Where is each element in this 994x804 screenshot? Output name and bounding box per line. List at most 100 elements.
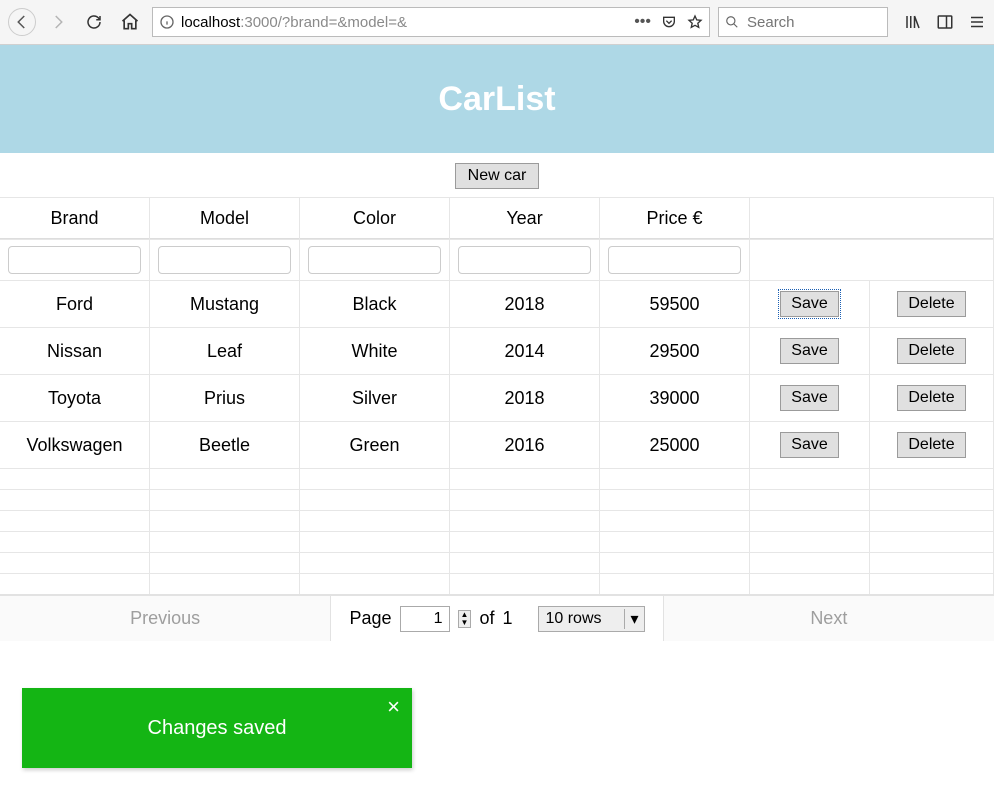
- col-header-1[interactable]: Model: [150, 197, 300, 239]
- home-button[interactable]: [116, 8, 144, 36]
- url-text: localhost:3000/?brand=&model=&: [181, 14, 628, 31]
- empty-cell: [870, 510, 994, 531]
- empty-cell: [750, 510, 870, 531]
- filter-4: [600, 239, 750, 280]
- empty-cell: [150, 531, 300, 552]
- page-title: CarList: [438, 80, 555, 119]
- cell-year: 2018: [450, 374, 600, 421]
- page-input[interactable]: [400, 606, 450, 632]
- cell-color: Black: [300, 280, 450, 327]
- cell-color: Silver: [300, 374, 450, 421]
- save-button[interactable]: Save: [780, 385, 838, 411]
- close-icon[interactable]: ×: [387, 694, 400, 720]
- filter-2: [300, 239, 450, 280]
- cell-color: White: [300, 327, 450, 374]
- next-button[interactable]: Next: [663, 596, 994, 641]
- filter-input-1[interactable]: [158, 246, 291, 274]
- empty-cell: [150, 489, 300, 510]
- cell-year: 2016: [450, 421, 600, 468]
- new-car-button[interactable]: New car: [455, 163, 540, 189]
- search-icon: [725, 15, 739, 29]
- pagination-bar: Previous Page ▲▼ of 1 10 rows ▾ Next: [0, 595, 994, 641]
- cell-model: Leaf: [150, 327, 300, 374]
- empty-cell: [750, 531, 870, 552]
- back-button[interactable]: [8, 8, 36, 36]
- delete-button[interactable]: Delete: [897, 338, 965, 364]
- url-bar[interactable]: localhost:3000/?brand=&model=& •••: [152, 7, 710, 37]
- save-button[interactable]: Save: [780, 432, 838, 458]
- save-button[interactable]: Save: [780, 338, 838, 364]
- delete-cell: Delete: [870, 280, 994, 327]
- browser-toolbar: localhost:3000/?brand=&model=& •••: [0, 0, 994, 45]
- delete-button[interactable]: Delete: [897, 291, 965, 317]
- empty-cell: [450, 468, 600, 489]
- empty-cell: [750, 468, 870, 489]
- col-header-3[interactable]: Year: [450, 197, 600, 239]
- delete-button[interactable]: Delete: [897, 385, 965, 411]
- empty-cell: [300, 552, 450, 573]
- star-icon[interactable]: [687, 14, 703, 30]
- of-label: of: [479, 608, 494, 629]
- empty-cell: [300, 468, 450, 489]
- toast: Changes saved ×: [22, 688, 412, 768]
- delete-button[interactable]: Delete: [897, 432, 965, 458]
- cell-brand: Toyota: [0, 374, 150, 421]
- empty-cell: [300, 573, 450, 594]
- previous-button[interactable]: Previous: [0, 596, 331, 641]
- empty-cell: [0, 531, 150, 552]
- cell-brand: Volkswagen: [0, 421, 150, 468]
- filter-0: [0, 239, 150, 280]
- col-header-0[interactable]: Brand: [0, 197, 150, 239]
- page-header: CarList: [0, 45, 994, 153]
- total-pages: 1: [502, 608, 512, 629]
- empty-cell: [150, 573, 300, 594]
- col-header-2[interactable]: Color: [300, 197, 450, 239]
- filter-input-0[interactable]: [8, 246, 141, 274]
- empty-cell: [600, 573, 750, 594]
- empty-cell: [870, 489, 994, 510]
- reload-button[interactable]: [80, 8, 108, 36]
- forward-button[interactable]: [44, 8, 72, 36]
- page-toolbar: New car: [0, 153, 994, 197]
- filter-input-4[interactable]: [608, 246, 741, 274]
- library-icon[interactable]: [904, 13, 922, 31]
- empty-cell: [0, 552, 150, 573]
- empty-cell: [0, 468, 150, 489]
- cell-year: 2014: [450, 327, 600, 374]
- save-cell: Save: [750, 280, 870, 327]
- search-input[interactable]: [745, 13, 881, 32]
- empty-cell: [870, 573, 994, 594]
- page-label: Page: [349, 608, 391, 629]
- cell-year: 2018: [450, 280, 600, 327]
- search-box[interactable]: [718, 7, 888, 37]
- cell-price: 25000: [600, 421, 750, 468]
- cell-color: Green: [300, 421, 450, 468]
- info-icon[interactable]: [159, 14, 175, 30]
- car-table: BrandModelColorYearPrice €FordMustangBla…: [0, 197, 994, 595]
- empty-cell: [450, 573, 600, 594]
- rows-select[interactable]: 10 rows ▾: [538, 606, 644, 632]
- empty-cell: [150, 552, 300, 573]
- empty-cell: [600, 510, 750, 531]
- cell-model: Beetle: [150, 421, 300, 468]
- col-header-4[interactable]: Price €: [600, 197, 750, 239]
- empty-cell: [300, 531, 450, 552]
- filter-input-3[interactable]: [458, 246, 591, 274]
- save-cell: Save: [750, 327, 870, 374]
- empty-cell: [150, 510, 300, 531]
- empty-cell: [150, 468, 300, 489]
- sidebar-icon[interactable]: [936, 13, 954, 31]
- page-spinner[interactable]: ▲▼: [458, 610, 472, 628]
- filter-input-2[interactable]: [308, 246, 441, 274]
- filter-1: [150, 239, 300, 280]
- empty-cell: [870, 552, 994, 573]
- page-controls: Page ▲▼ of 1 10 rows ▾: [331, 596, 662, 641]
- cell-brand: Ford: [0, 280, 150, 327]
- more-icon[interactable]: •••: [634, 13, 651, 31]
- pocket-icon[interactable]: [661, 14, 677, 30]
- empty-cell: [750, 552, 870, 573]
- save-button[interactable]: Save: [780, 291, 838, 317]
- save-cell: Save: [750, 374, 870, 421]
- empty-cell: [450, 510, 600, 531]
- menu-icon[interactable]: [968, 13, 986, 31]
